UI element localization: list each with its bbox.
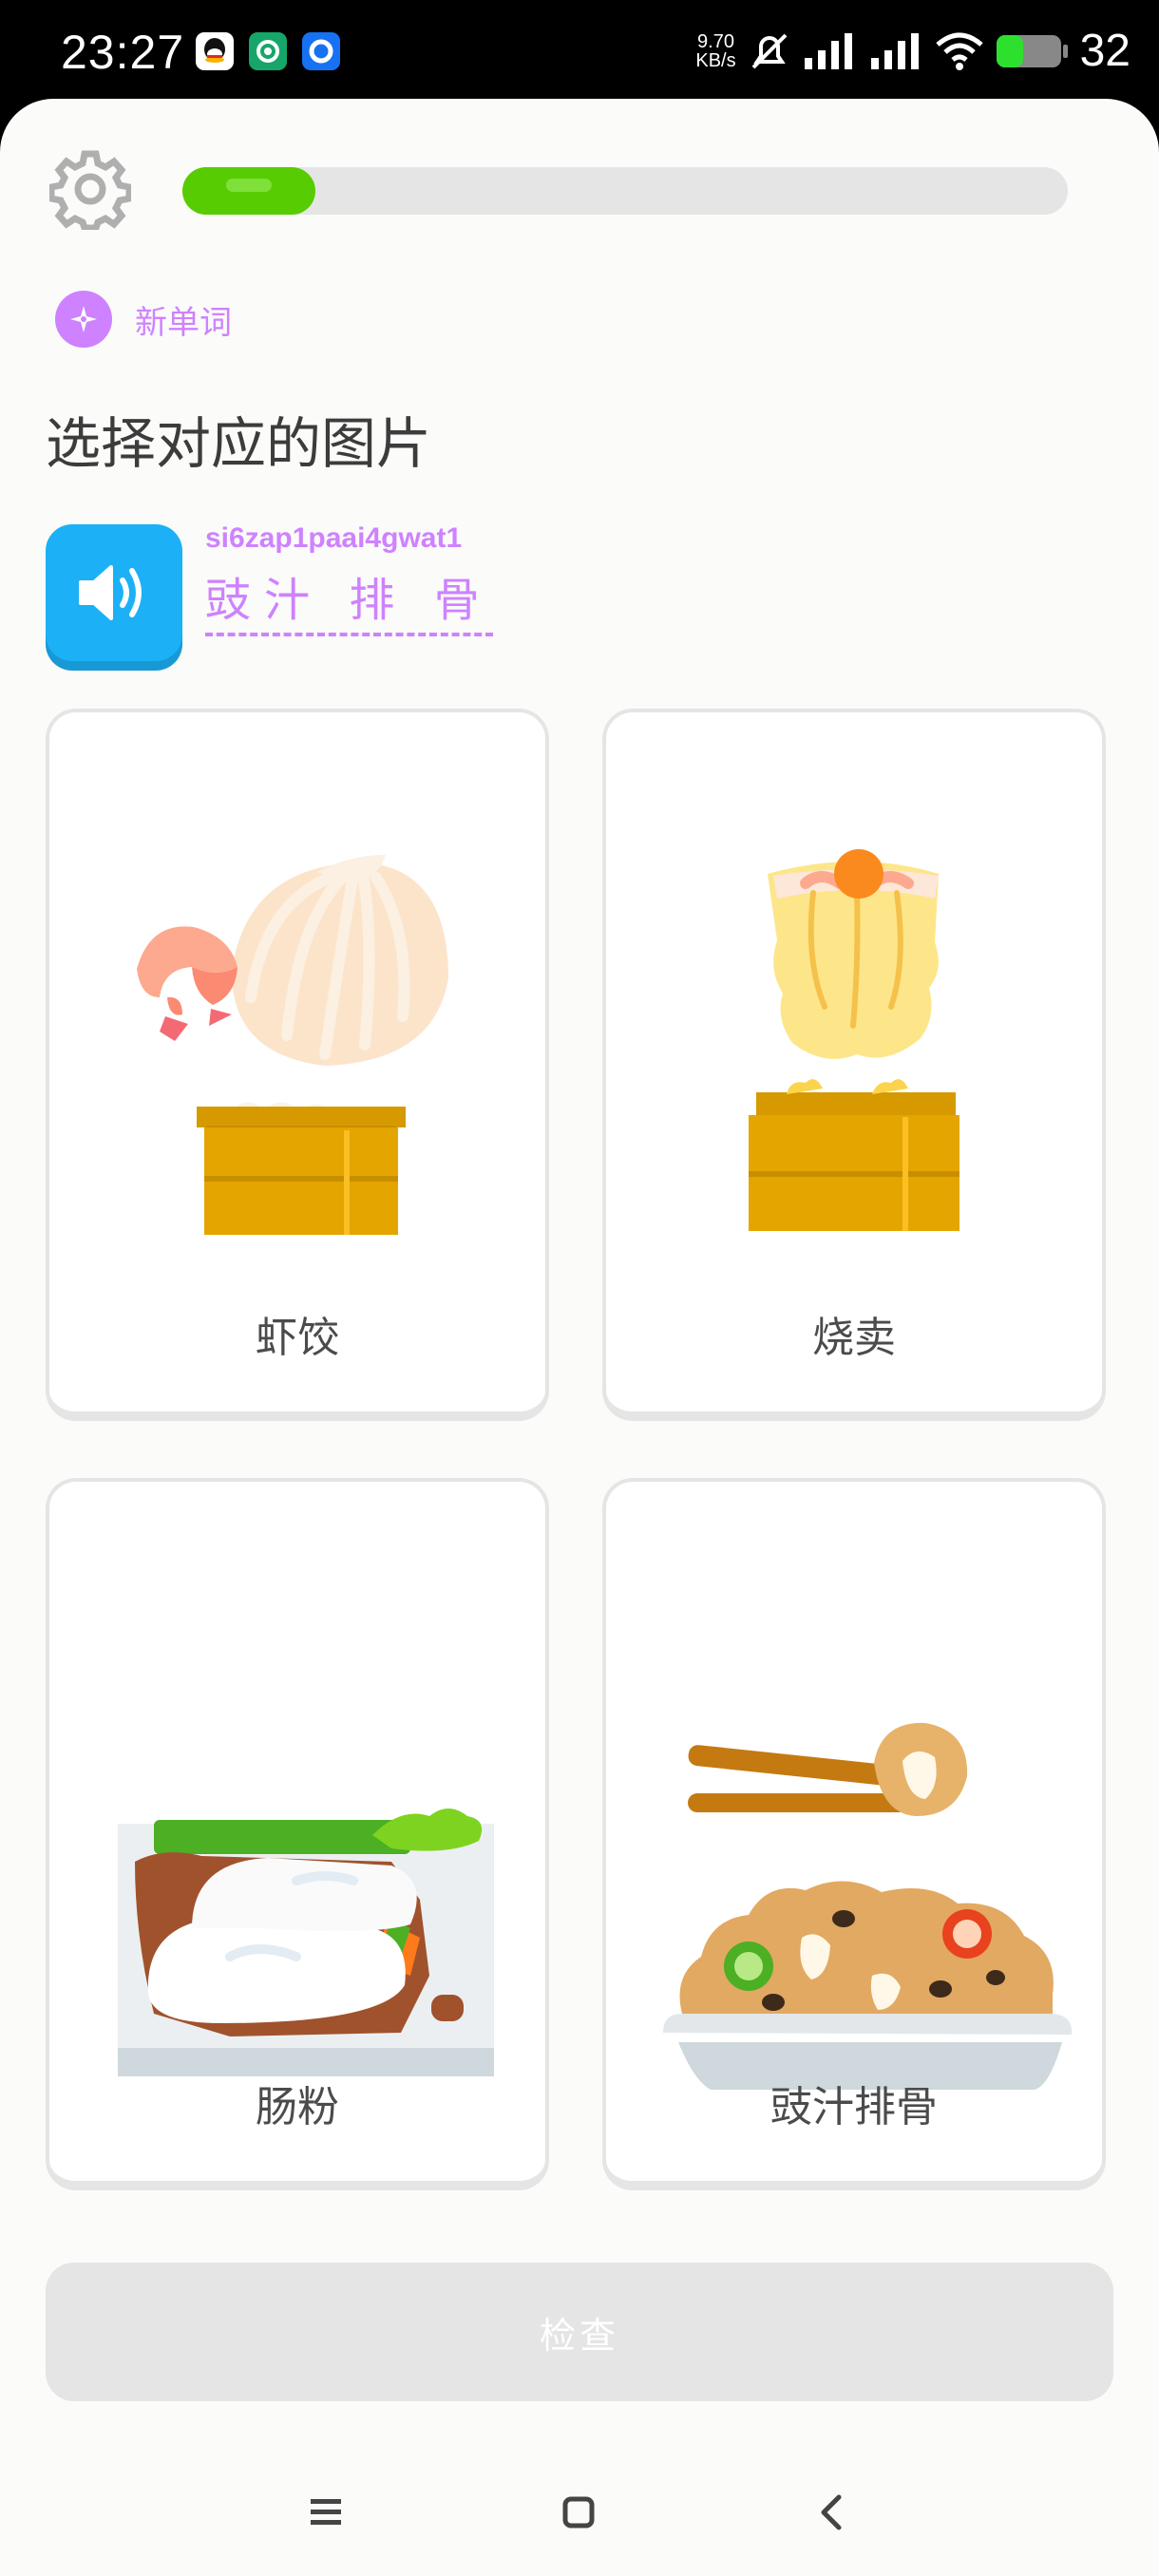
choice-card-black-bean-spare-ribs[interactable]: 豉汁排骨: [602, 1478, 1106, 2190]
status-right: 9.70 KB/s 32: [695, 25, 1130, 77]
home-icon[interactable]: [555, 2489, 602, 2536]
progress-shine: [226, 179, 272, 192]
choice-label: 虾饺: [256, 1315, 339, 1361]
black-bean-spare-ribs-icon: [663, 1722, 1073, 2090]
system-nav-bar: [0, 2454, 1159, 2568]
battery-icon: [996, 34, 1068, 67]
new-word-label: 新单词: [135, 304, 232, 341]
choice-card-har-gow[interactable]: 虾饺: [46, 709, 549, 1421]
signal-2-icon: [870, 32, 919, 69]
choice-label: 肠粉: [256, 2084, 339, 2131]
prompt-word[interactable]: 豉汁: [205, 576, 323, 626]
signal-icon: [804, 32, 852, 69]
romanization-text: si6zap1paai4gwat1: [205, 522, 463, 554]
network-speed-unit: KB/s: [695, 49, 736, 71]
play-audio-button[interactable]: [46, 524, 182, 661]
speaker-icon: [79, 565, 142, 620]
new-word-badge: 新单词: [55, 291, 232, 348]
wifi-icon: [935, 32, 983, 70]
check-button[interactable]: 检查: [46, 2263, 1113, 2401]
status-app-icons: [196, 32, 340, 70]
prompt-word[interactable]: 排: [349, 576, 408, 626]
choice-card-cheung-fun[interactable]: 肠粉: [46, 1478, 549, 2190]
qq-icon: [196, 32, 234, 70]
status-bar: 23:27 9.70 KB/s 32: [0, 0, 1159, 104]
prompt-word[interactable]: 骨: [434, 576, 493, 626]
choice-label: 豉汁排骨: [770, 2084, 938, 2131]
sync-app-icon: [249, 32, 287, 70]
menu-icon[interactable]: [302, 2489, 350, 2536]
network-speed: 9.70 KB/s: [695, 32, 735, 70]
prompt-words[interactable]: 豉汁 排 骨: [205, 562, 493, 636]
new-word-icon: [55, 291, 112, 348]
cheung-fun-rice-roll-icon: [118, 1809, 494, 2076]
choice-card-siu-mai[interactable]: 烧卖: [602, 709, 1106, 1421]
lesson-screen: 新单词 选择对应的图片 si6zap1paai4gwat1 豉汁 排 骨 虾饺 …: [0, 99, 1159, 2576]
battery-percent: 32: [1079, 26, 1130, 76]
browser-app-icon: [302, 32, 340, 70]
siu-mai-steamer-icon: [749, 849, 960, 1231]
choice-label: 烧卖: [812, 1315, 896, 1361]
network-speed-value: 9.70: [697, 30, 734, 52]
har-gow-dumpling-steamer-icon: [137, 855, 448, 1235]
lesson-progress-bar: [182, 167, 1068, 215]
status-time: 23:27: [61, 26, 185, 79]
challenge-title: 选择对应的图片: [46, 413, 432, 475]
back-icon[interactable]: [808, 2489, 855, 2536]
alarm-off-icon: [751, 33, 788, 68]
settings-gear-icon[interactable]: [49, 148, 131, 230]
